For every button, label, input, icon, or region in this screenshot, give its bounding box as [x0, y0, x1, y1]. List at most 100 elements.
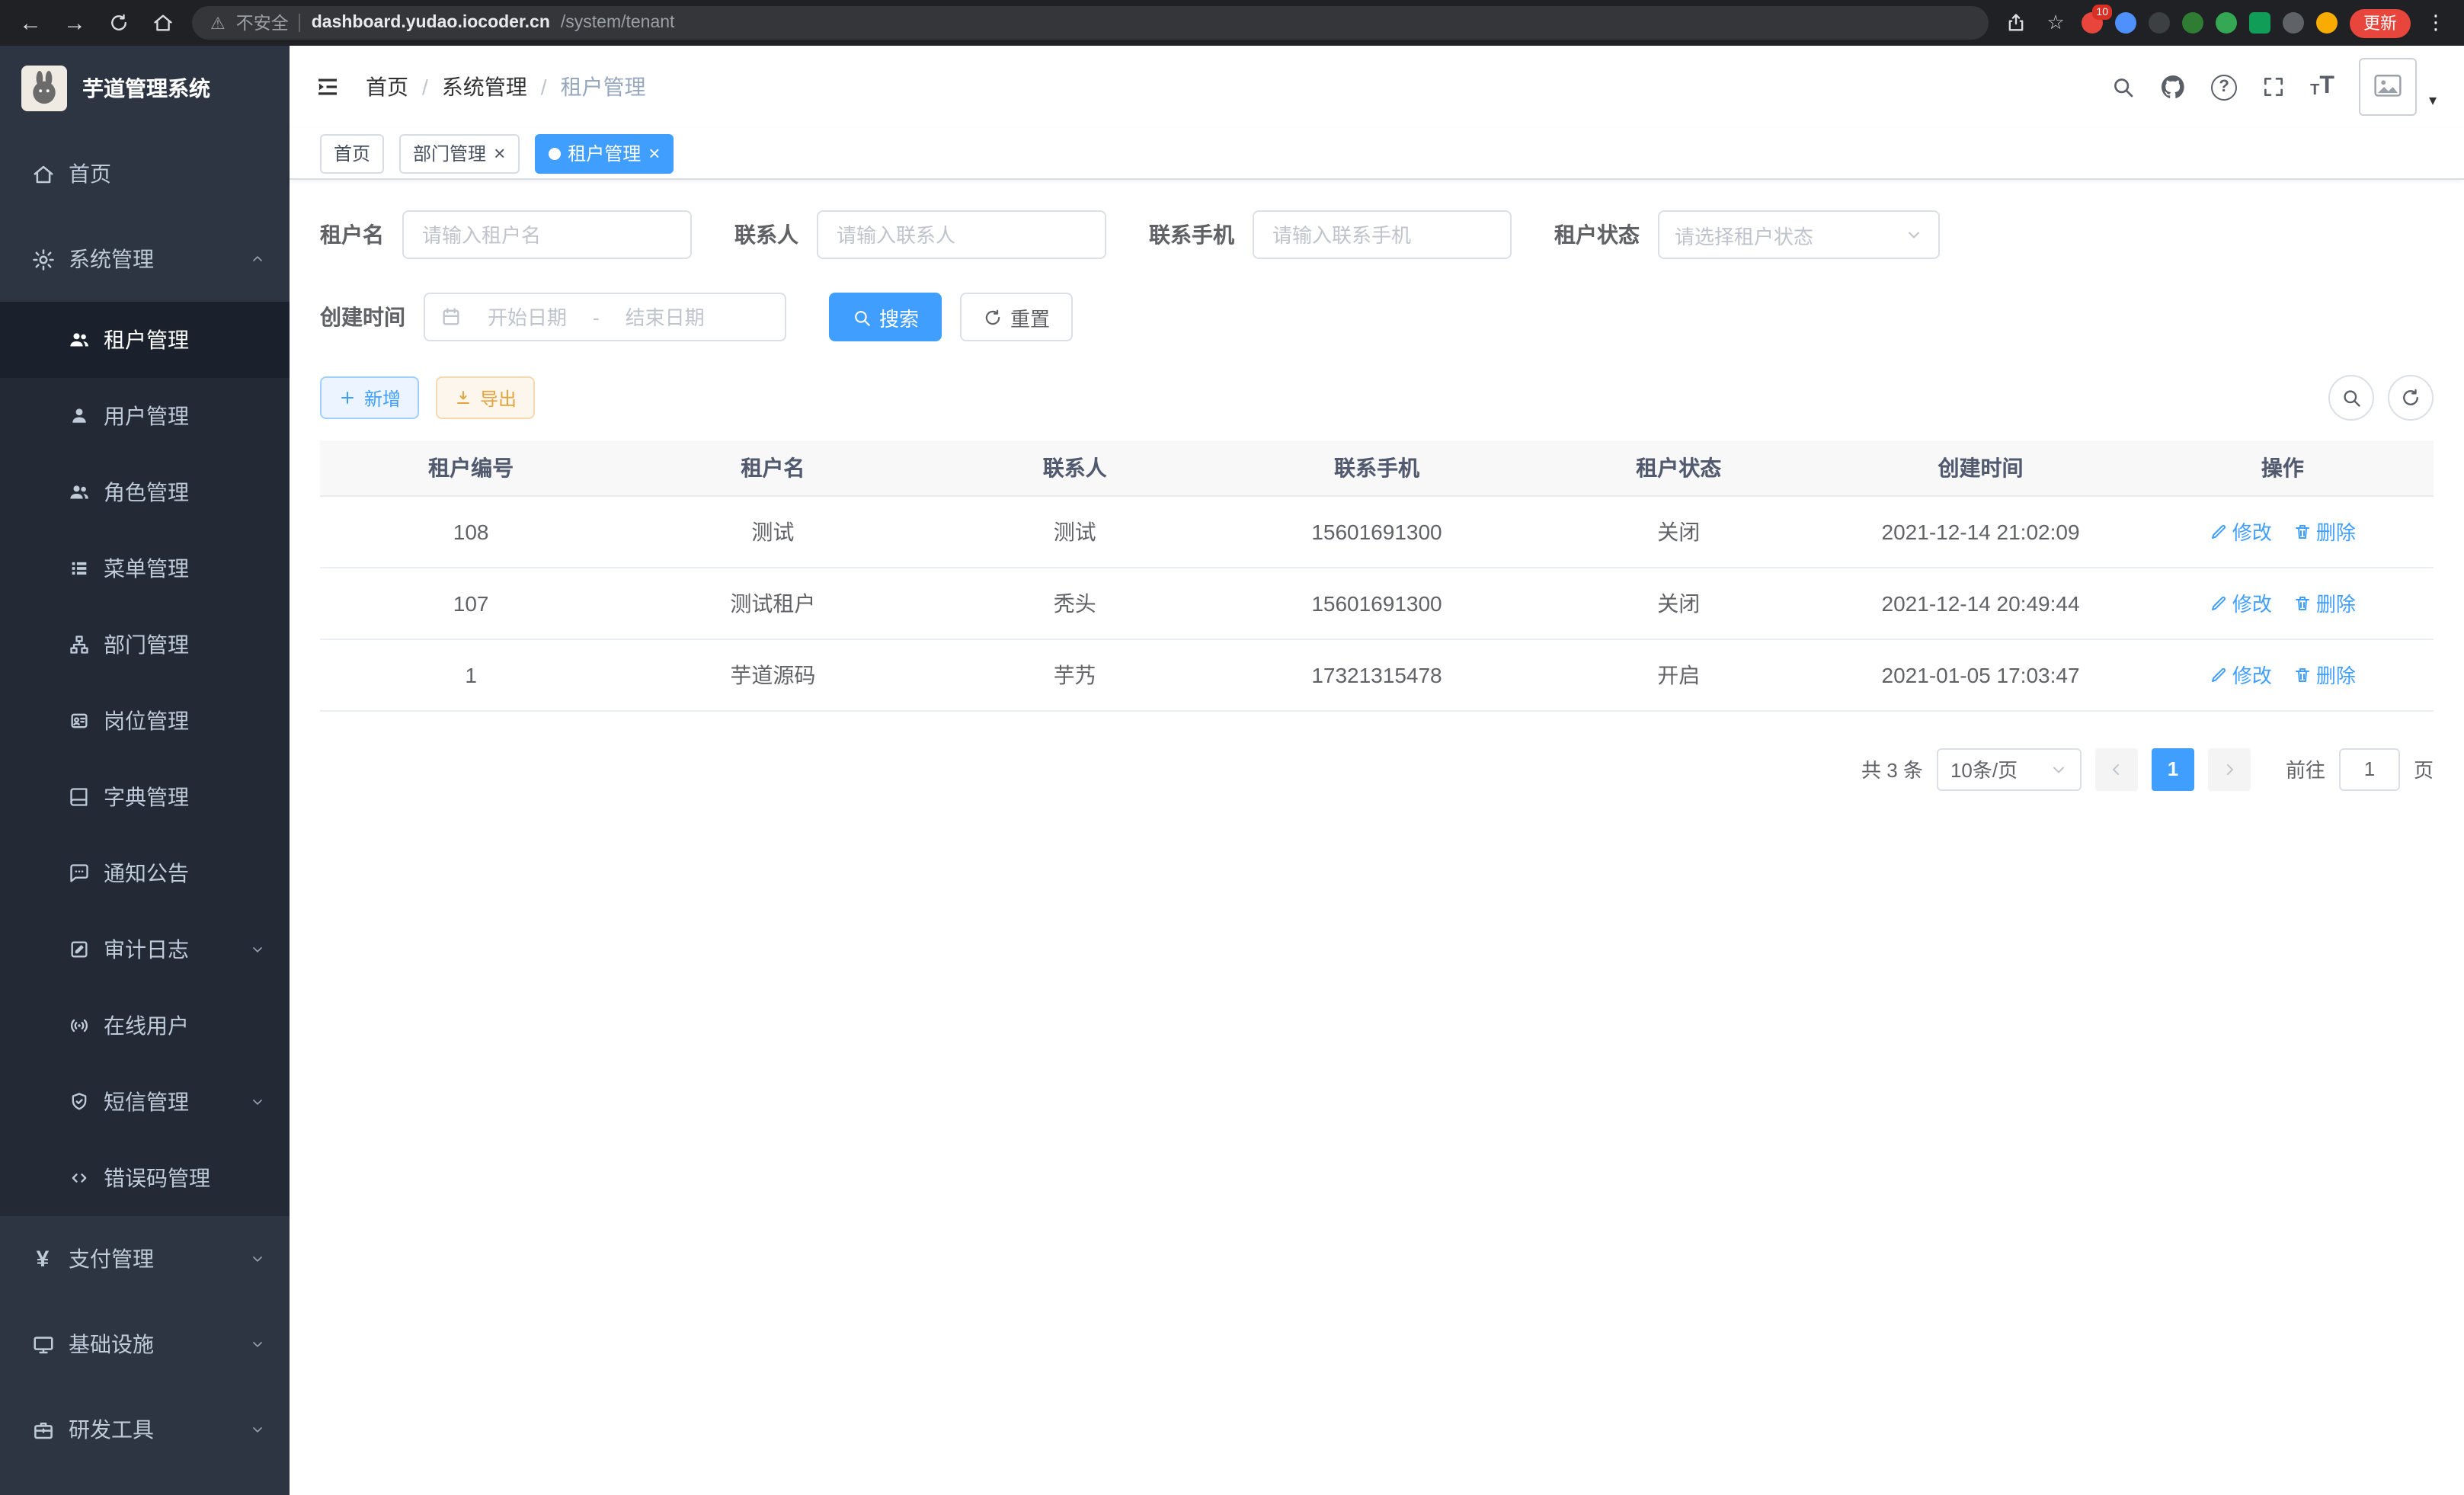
delete-link[interactable]: 删除 [2293, 517, 2356, 546]
back-icon[interactable]: ← [15, 8, 46, 38]
current-page-button[interactable]: 1 [2152, 748, 2194, 790]
sidebar-item-post[interactable]: 岗位管理 [0, 683, 290, 759]
close-icon[interactable]: × [494, 143, 505, 163]
share-icon[interactable] [2002, 9, 2030, 37]
edit-link[interactable]: 修改 [2210, 588, 2272, 617]
reload-icon[interactable] [104, 8, 134, 38]
bookmark-star-icon[interactable]: ☆ [2042, 9, 2069, 37]
user-icon [67, 405, 91, 427]
delete-link[interactable]: 删除 [2293, 660, 2356, 689]
active-dot [548, 147, 560, 159]
fullscreen-icon[interactable] [2261, 75, 2286, 99]
end-date-input[interactable] [606, 306, 725, 328]
phone-label: 联系手机 [1149, 219, 1234, 250]
avatar[interactable] [2359, 58, 2417, 116]
home-icon [30, 162, 55, 185]
close-icon[interactable]: × [648, 143, 660, 163]
column-header: 操作 [2132, 440, 2434, 495]
tenant-name-input[interactable] [402, 210, 692, 259]
tenant-status-select[interactable]: 请选择租户状态 [1658, 210, 1940, 259]
contact-input[interactable] [817, 210, 1106, 259]
total-count: 共 3 条 [1861, 754, 1923, 783]
goto-page-input[interactable] [2339, 748, 2400, 790]
hamburger-icon[interactable] [314, 73, 341, 101]
extension-icon-7[interactable] [2283, 12, 2304, 34]
page-size-select[interactable]: 10条/页 [1937, 748, 2082, 790]
column-header: 租户编号 [320, 440, 622, 495]
next-page-button[interactable] [2208, 748, 2251, 790]
cell-tenant-id: 108 [320, 495, 622, 567]
avatar-caret-icon[interactable]: ▾ [2429, 93, 2437, 110]
url-path: /system/tenant [561, 14, 675, 32]
roles-icon [67, 482, 91, 503]
column-header: 租户状态 [1528, 440, 1829, 495]
sidebar-item-pay[interactable]: ¥ 支付管理 [0, 1216, 290, 1301]
sidebar: 芋道管理系统 首页 系统管理 租户管理 [0, 46, 290, 1495]
cell-tenant-name: 测试租户 [622, 567, 923, 639]
font-size-icon[interactable]: TT [2310, 75, 2334, 99]
sidebar-item-role[interactable]: 角色管理 [0, 454, 290, 530]
export-button[interactable]: 导出 [436, 376, 535, 419]
sidebar-item-error-code[interactable]: 错误码管理 [0, 1140, 290, 1216]
start-date-input[interactable] [468, 306, 587, 328]
browser-home-icon[interactable] [148, 8, 178, 38]
sidebar-item-menu[interactable]: 菜单管理 [0, 530, 290, 607]
breadcrumb-home[interactable]: 首页 [366, 72, 408, 102]
sidebar-item-notice[interactable]: 通知公告 [0, 835, 290, 911]
sidebar-item-audit-log[interactable]: 审计日志 [0, 911, 290, 988]
extension-icon-1[interactable]: 10 [2082, 12, 2103, 34]
update-label: 更新 [2363, 11, 2397, 35]
gear-icon [30, 248, 55, 271]
help-icon[interactable]: ? [2211, 74, 2237, 100]
sidebar-item-system[interactable]: 系统管理 [0, 216, 290, 302]
create-time-label: 创建时间 [320, 302, 405, 332]
edit-link[interactable]: 修改 [2210, 517, 2272, 546]
cell-actions: 修改删除 [2132, 639, 2434, 710]
github-icon[interactable] [2159, 73, 2187, 101]
reset-button[interactable]: 重置 [960, 293, 1073, 341]
cell-actions: 修改删除 [2132, 495, 2434, 567]
sidebar-item-devtools[interactable]: 研发工具 [0, 1387, 290, 1472]
tab-dept[interactable]: 部门管理 × [399, 133, 519, 173]
extension-icon-5[interactable] [2216, 12, 2237, 34]
sidebar-item-user[interactable]: 用户管理 [0, 378, 290, 454]
url-bar[interactable]: ⚠ 不安全 dashboard.yudao.iocoder.cn /system… [192, 6, 1989, 40]
url-host: dashboard.yudao.iocoder.cn [312, 14, 550, 32]
toggle-search-button[interactable] [2328, 375, 2374, 421]
breadcrumb-separator: / [422, 75, 428, 99]
sidebar-item-home[interactable]: 首页 [0, 131, 290, 216]
extension-icon-6[interactable] [2249, 12, 2270, 34]
browser-menu-icon[interactable]: ⋮ [2423, 11, 2449, 35]
sidebar-item-dict[interactable]: 字典管理 [0, 759, 290, 835]
sidebar-item-sms[interactable]: 短信管理 [0, 1064, 290, 1140]
table-header-row: 租户编号 租户名 联系人 联系手机 租户状态 创建时间 操作 [320, 440, 2434, 495]
delete-link[interactable]: 删除 [2293, 588, 2356, 617]
update-button[interactable]: 更新 [2350, 8, 2411, 37]
tab-tenant[interactable]: 租户管理 × [534, 133, 674, 173]
sidebar-item-tenant[interactable]: 租户管理 [0, 302, 290, 378]
tab-home[interactable]: 首页 [320, 133, 384, 173]
date-range-picker[interactable]: - [424, 293, 786, 341]
sidebar-item-infra[interactable]: 基础设施 [0, 1301, 290, 1387]
security-label: 不安全 [236, 11, 289, 35]
phone-input[interactable] [1253, 210, 1512, 259]
page-unit-label: 页 [2414, 754, 2434, 783]
cell-tenant-name: 测试 [622, 495, 923, 567]
cell-contact: 秃头 [924, 567, 1226, 639]
search-icon[interactable] [2110, 75, 2135, 99]
refresh-button[interactable] [2388, 375, 2434, 421]
extension-icon-3[interactable] [2149, 12, 2170, 34]
extension-icon-4[interactable] [2182, 12, 2203, 34]
forward-icon[interactable]: → [59, 8, 90, 38]
search-button[interactable]: 搜索 [829, 293, 942, 341]
sidebar-item-online-user[interactable]: 在线用户 [0, 988, 290, 1064]
extension-icon-2[interactable] [2115, 12, 2136, 34]
breadcrumb-system[interactable]: 系统管理 [442, 72, 527, 102]
prev-page-button[interactable] [2095, 748, 2138, 790]
add-button[interactable]: 新增 [320, 376, 419, 419]
sidebar-item-dept[interactable]: 部门管理 [0, 607, 290, 683]
edit-link[interactable]: 修改 [2210, 660, 2272, 689]
chevron-down-icon [250, 1422, 265, 1437]
extension-icon-8[interactable] [2316, 12, 2338, 34]
cell-status: 开启 [1528, 639, 1829, 710]
